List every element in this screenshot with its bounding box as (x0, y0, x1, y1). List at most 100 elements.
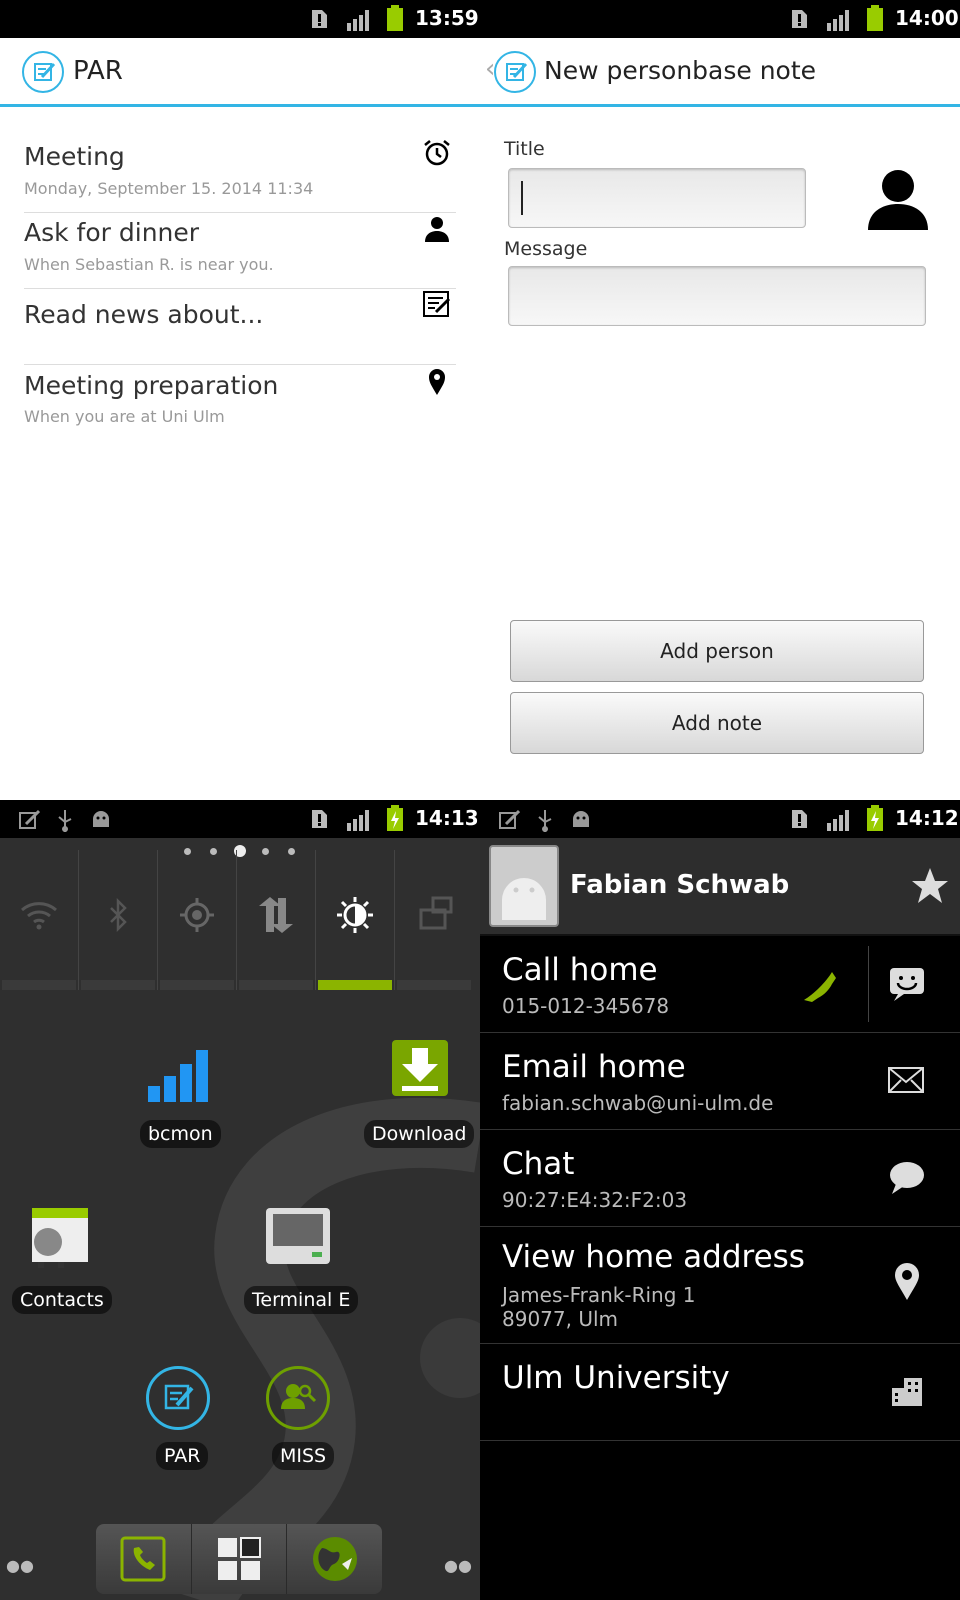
item-title: Meeting (24, 142, 125, 171)
view-home-address-row[interactable]: View home address James-Frank-Ring 1 890… (480, 1227, 960, 1344)
data-sync-toggle[interactable] (237, 850, 316, 990)
add-person-avatar-icon[interactable] (866, 168, 930, 232)
usb-icon (58, 810, 72, 832)
app-par[interactable]: PAR (130, 1366, 230, 1486)
left-screens-indicator[interactable]: ●● (6, 1556, 34, 1575)
par-app-icon[interactable] (494, 51, 536, 93)
title-label: Title (504, 138, 545, 160)
gps-toggle[interactable] (158, 850, 237, 990)
signal-icon (347, 810, 369, 831)
phone-dock-button[interactable] (96, 1524, 192, 1594)
text-cursor (521, 181, 523, 215)
data-sync-icon (259, 897, 293, 933)
note-edit-icon (423, 291, 451, 317)
app-label: PAR (156, 1442, 209, 1470)
list-item[interactable]: Meeting preparation When you are at Uni … (24, 364, 456, 440)
signal-icon (827, 10, 849, 31)
battery-charging-icon (867, 805, 883, 831)
address-line-1: James-Frank-Ring 1 (502, 1283, 696, 1307)
action-bar: PAR (0, 38, 480, 107)
item-title: Meeting preparation (24, 371, 279, 400)
right-screens-indicator[interactable]: ●● (444, 1556, 472, 1575)
status-bar-q2: 14:00 (480, 0, 960, 38)
browser-dock-button[interactable] (286, 1524, 382, 1594)
row-title: View home address (502, 1239, 805, 1275)
person-icon (425, 217, 449, 242)
bluetooth-toggle[interactable] (79, 850, 158, 990)
star-icon[interactable] (910, 866, 950, 906)
title-field[interactable] (508, 168, 806, 228)
app-bcmon[interactable]: bcmon (130, 1048, 230, 1178)
contact-header: Fabian Schwab (480, 838, 960, 936)
email-home-row[interactable]: Email home fabian.schwab@uni-ulm.de (480, 1033, 960, 1130)
item-subtitle: When Sebastian R. is near you. (24, 255, 274, 274)
status-time: 14:12 (895, 806, 959, 830)
ulm-university-row[interactable]: Ulm University (480, 1344, 960, 1441)
row-subtitle: fabian.schwab@uni-ulm.de (502, 1091, 774, 1115)
building-icon (892, 1378, 922, 1406)
android-debug-icon (93, 811, 109, 827)
no-sim-icon (312, 810, 327, 828)
row-title: Ulm University (502, 1360, 730, 1396)
message-field[interactable] (508, 266, 926, 326)
battery-icon (867, 5, 883, 31)
app-miss[interactable]: MISS (250, 1366, 350, 1486)
add-person-button[interactable]: Add person (510, 620, 924, 682)
address-line-2: 89077, Ulm (502, 1307, 619, 1331)
app-label: Contacts (12, 1286, 112, 1314)
contact-detail-screen: Fabian Schwab Call home 015-012-345678 E… (480, 838, 960, 1600)
app-drawer-dock-button[interactable] (191, 1524, 287, 1594)
app-contacts[interactable]: Contacts (10, 1206, 120, 1346)
no-sim-icon (792, 810, 807, 828)
message-label: Message (504, 238, 588, 260)
action-bar: ‹ New personbase note (480, 38, 960, 107)
note-notification-icon (19, 809, 40, 829)
wifi-toggle[interactable] (0, 850, 79, 990)
map-pin-icon (895, 1263, 919, 1300)
email-icon (888, 1067, 924, 1093)
row-subtitle: 015-012-345678 (502, 994, 670, 1018)
app-download[interactable]: Download (360, 1038, 480, 1178)
list-item[interactable]: Ask for dinner When Sebastian R. is near… (24, 212, 456, 289)
map-pin-icon (429, 369, 445, 395)
terminal-icon (266, 1208, 330, 1264)
sms-icon[interactable] (888, 966, 926, 1002)
usb-icon (538, 810, 552, 832)
brightness-toggle[interactable] (316, 850, 395, 990)
battery-icon (387, 5, 403, 31)
app-label: Download (364, 1120, 475, 1148)
app-terminal[interactable]: Terminal E (240, 1206, 360, 1346)
par-note-icon (146, 1366, 210, 1430)
status-time: 13:59 (415, 6, 479, 30)
list-item[interactable]: Meeting Monday, September 15. 2014 11:34 (24, 136, 456, 213)
chat-row[interactable]: Chat 90:27:E4:32:F2:03 (480, 1130, 960, 1227)
contact-photo-icon[interactable] (488, 844, 560, 928)
alarm-clock-icon (424, 140, 450, 166)
add-note-button[interactable]: Add note (510, 692, 924, 754)
note-edit-icon (506, 62, 528, 81)
note-notification-icon (499, 809, 520, 829)
phone-icon (120, 1536, 166, 1582)
par-app-icon[interactable] (22, 51, 64, 93)
note-edit-icon (34, 62, 56, 81)
signal-icon (827, 810, 849, 831)
miss-people-icon (266, 1366, 330, 1430)
item-title: Ask for dinner (24, 218, 200, 247)
status-bar-q4: 14:12 (480, 800, 960, 838)
status-time: 14:13 (415, 806, 479, 830)
row-title: Email home (502, 1049, 686, 1085)
app-label: bcmon (140, 1120, 221, 1148)
app-drawer-icon (218, 1537, 261, 1580)
screen-title: New personbase note (544, 56, 817, 85)
row-title: Call home (502, 952, 658, 988)
bluetooth-icon (110, 898, 127, 932)
row-title: Chat (502, 1146, 575, 1182)
brightness-icon (337, 897, 373, 933)
phone-call-icon[interactable] (798, 966, 840, 1006)
app-label: MISS (272, 1442, 335, 1470)
wifi-icon (21, 902, 57, 930)
call-home-row[interactable]: Call home 015-012-345678 (480, 936, 960, 1033)
list-item[interactable]: Read news about... (24, 288, 456, 365)
rotation-toggle[interactable] (395, 850, 473, 990)
row-subtitle: 90:27:E4:32:F2:03 (502, 1188, 688, 1212)
